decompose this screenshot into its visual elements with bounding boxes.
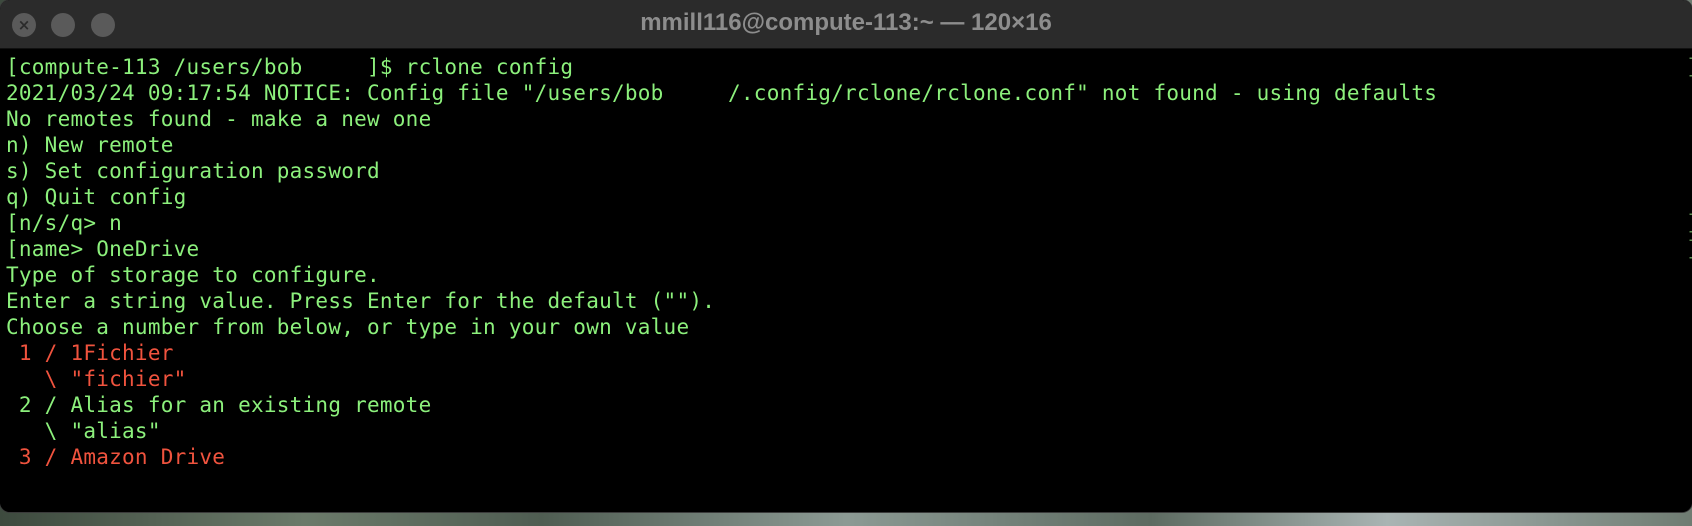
terminal-line: 1 / 1Fichier [6,341,174,365]
terminal-line: 2021/03/24 09:17:54 NOTICE: Config file … [6,81,1438,105]
terminal-line: 3 / Amazon Drive [6,445,226,469]
terminal-line: Type of storage to configure. [6,263,380,287]
terminal-line: 2 / Alias for an existing remote [6,393,432,417]
terminal-window[interactable]: × mmill116@compute-113:~ — 120×16 [compu… [0,0,1692,512]
terminal-line-bracket: ] [1686,235,1692,263]
title-bar[interactable]: × mmill116@compute-113:~ — 120×16 [0,0,1692,49]
terminal-line: No remotes found - make a new one [6,107,432,131]
window-title: mmill116@compute-113:~ — 120×16 [640,9,1052,36]
terminal-line: [name> OneDrive [6,237,200,261]
terminal-line: Enter a string value. Press Enter for th… [6,289,716,313]
terminal-line: [compute-113 /users/bob ]$ rclone config [6,55,574,79]
terminal-line-bracket: ] [1686,53,1692,81]
terminal-line: s) Set configuration password [6,159,380,183]
terminal-line: Choose a number from below, or type in y… [6,315,690,339]
terminal-line: \ "alias" [6,419,161,443]
terminal-line: q) Quit config [6,185,187,209]
terminal-output[interactable]: [compute-113 /users/bob ]$ rclone config… [0,52,1692,512]
terminal-line-bracket: ] [1686,209,1692,237]
terminal-line: \ "fichier" [6,367,187,391]
terminal-line: [n/s/q> n [6,211,123,235]
terminal-line: n) New remote [6,133,174,157]
